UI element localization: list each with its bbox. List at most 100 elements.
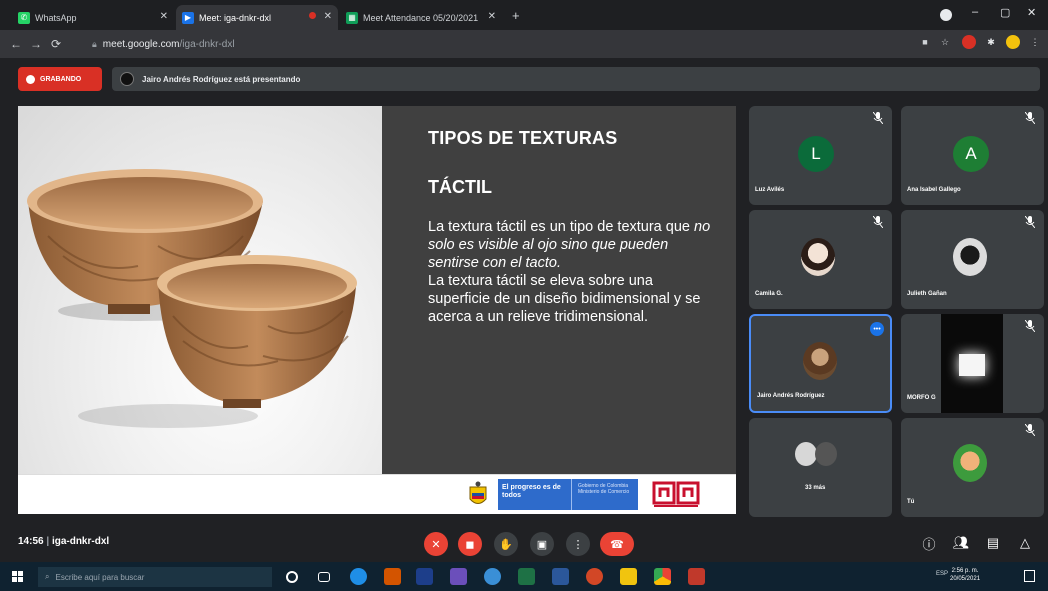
participant-name: Tú	[907, 499, 915, 505]
word-icon[interactable]	[552, 568, 569, 585]
slide-body: La textura táctil es un tipo de textura …	[428, 218, 716, 326]
institution-logo	[652, 481, 700, 507]
meet-header: GRABANDO Jairo Andrés Rodríguez está pre…	[0, 58, 1048, 103]
mic-toggle-button[interactable]: ✕	[424, 532, 448, 556]
camera-icon[interactable]: ■	[918, 35, 932, 49]
app-icon[interactable]	[688, 568, 705, 585]
extension-icon[interactable]	[962, 35, 976, 49]
tab-meet[interactable]: ▶ Meet: iga-dnkr-dxl ✕	[176, 5, 338, 30]
self-tile[interactable]: Tú	[901, 418, 1044, 517]
tab-attendance[interactable]: ▦ Meet Attendance 05/20/2021 ✕	[340, 5, 502, 30]
slide-title: TIPOS DE TEXTURAS	[428, 128, 618, 148]
back-icon[interactable]: ←	[6, 37, 26, 51]
info-button[interactable]: ⓘ	[918, 532, 940, 554]
powerpoint-icon[interactable]	[586, 568, 603, 585]
tab-whatsapp[interactable]: ✆ WhatsApp ✕	[12, 5, 174, 30]
avatar	[795, 442, 817, 466]
task-view-icon[interactable]	[318, 572, 330, 582]
cortana-icon[interactable]	[286, 571, 298, 583]
star-icon[interactable]: ☆	[938, 35, 952, 49]
more-options-button[interactable]: ⋮	[566, 532, 590, 556]
meet-controls: 14:56 | iga-dnkr-dxl ✕ ◼ ✋ ▣ ⋮ ☎ ⓘ 👥︎ ▤ …	[0, 524, 1048, 562]
camera-toggle-button[interactable]: ◼	[458, 532, 482, 556]
browser-tab-strip: ✆ WhatsApp ✕ ▶ Meet: iga-dnkr-dxl ✕ ▦ Me…	[0, 0, 1048, 30]
profile-icon[interactable]	[940, 9, 952, 21]
mic-off-icon	[1025, 112, 1035, 124]
whatsapp-icon: ✆	[18, 11, 30, 24]
taskbar-clock[interactable]: 2:56 p. m. 20/05/2021	[950, 567, 980, 583]
screen: ✆ WhatsApp ✕ ▶ Meet: iga-dnkr-dxl ✕ ▦ Me…	[0, 0, 1048, 591]
avatar	[953, 444, 987, 482]
app-icon[interactable]	[384, 568, 401, 585]
presented-slide: TIPOS DE TEXTURAS TÁCTIL La textura táct…	[18, 106, 736, 514]
app-icon[interactable]	[484, 568, 501, 585]
browser-toolbar: ← → ⟳ 🔒︎ meet.google.com/iga-dnkr-dxl	[0, 30, 1048, 58]
recording-badge[interactable]: GRABANDO	[18, 67, 102, 91]
mic-off-icon	[873, 112, 883, 124]
participant-tile[interactable]: MORFO G	[901, 314, 1044, 413]
tray-language[interactable]: ESP	[936, 571, 948, 577]
meet-icon: ▶	[182, 11, 194, 24]
forward-icon[interactable]: →	[26, 37, 46, 51]
search-placeholder: Escribe aquí para buscar	[55, 572, 145, 582]
slide-footer: El progreso es de todos Gobierno de Colo…	[18, 474, 736, 514]
participant-tile[interactable]: A Ana Isabel Gallego	[901, 106, 1044, 205]
chat-button[interactable]: ▤	[982, 532, 1004, 554]
participant-name: Julieth Gañan	[907, 291, 947, 297]
end-call-button[interactable]: ☎	[600, 532, 634, 556]
mic-off-icon	[873, 216, 883, 228]
avatar: L	[798, 136, 834, 172]
recording-dot-icon	[309, 12, 316, 19]
mic-off-icon	[1025, 320, 1035, 332]
slide-body-text: La textura táctil es un tipo de textura …	[428, 219, 694, 235]
taskbar-search[interactable]: ⌕ Escribe aquí para buscar	[38, 567, 272, 587]
participant-tile[interactable]: Camila G.	[749, 210, 892, 309]
windows-start-icon[interactable]	[12, 571, 23, 582]
screen-glare	[959, 354, 985, 376]
clock-date: 20/05/2021	[950, 576, 981, 582]
presentation-banner: Jairo Andrés Rodríguez está presentando	[112, 67, 1040, 91]
app-icon[interactable]	[450, 568, 467, 585]
windows-taskbar: ⌕ Escribe aquí para buscar ESP 2:56 p. m…	[0, 562, 1048, 591]
notifications-icon[interactable]	[1024, 570, 1035, 582]
address-bar[interactable]: 🔒︎ meet.google.com/iga-dnkr-dxl	[84, 34, 904, 54]
search-icon: ⌕	[45, 572, 50, 581]
activities-button[interactable]: △	[1014, 532, 1036, 554]
avatar[interactable]	[1006, 35, 1020, 49]
close-icon[interactable]: ✕	[488, 11, 496, 22]
app-icon[interactable]	[416, 568, 433, 585]
progreso-text: El progreso es de todos	[498, 479, 572, 510]
minimize-icon[interactable]: –	[972, 6, 978, 18]
url-domain: meet.google.com	[102, 38, 180, 50]
reload-icon[interactable]: ⟳	[46, 37, 66, 51]
raise-hand-button[interactable]: ✋	[494, 532, 518, 556]
more-participants-label: 33 más	[805, 485, 826, 491]
more-participants-tile[interactable]: 33 más	[749, 418, 892, 517]
participant-tile[interactable]: Julieth Gañan	[901, 210, 1044, 309]
people-button[interactable]: 👥︎	[950, 532, 972, 554]
close-window-icon[interactable]: ✕	[1027, 6, 1036, 19]
colombia-crest-icon	[469, 481, 487, 504]
maximize-icon[interactable]: ▢	[1000, 6, 1010, 19]
menu-icon[interactable]: ⋮	[1028, 35, 1042, 49]
excel-icon[interactable]	[518, 568, 535, 585]
new-tab-button[interactable]: +	[512, 8, 520, 23]
edge-icon[interactable]	[350, 568, 367, 585]
meeting-details[interactable]: 14:56 | iga-dnkr-dxl	[18, 536, 109, 547]
close-icon[interactable]: ✕	[160, 11, 168, 22]
present-button[interactable]: ▣	[530, 532, 554, 556]
tab-label: WhatsApp	[35, 12, 77, 23]
record-icon	[26, 74, 35, 84]
speaking-icon: •••	[870, 322, 884, 336]
meeting-time: 14:56	[18, 536, 44, 547]
avatar: A	[953, 136, 989, 172]
participant-name: MORFO G	[907, 395, 936, 401]
puzzle-icon[interactable]: ✱	[984, 35, 998, 49]
close-icon[interactable]: ✕	[324, 11, 332, 22]
file-explorer-icon[interactable]	[620, 568, 637, 585]
chrome-icon[interactable]	[654, 568, 671, 585]
sheets-icon: ▦	[346, 11, 358, 24]
participant-tile[interactable]: L Luz Avilés	[749, 106, 892, 205]
participant-tile-presenter[interactable]: ••• Jairo Andrés Rodríguez	[749, 314, 892, 413]
slide-subtitle: TÁCTIL	[428, 177, 492, 197]
